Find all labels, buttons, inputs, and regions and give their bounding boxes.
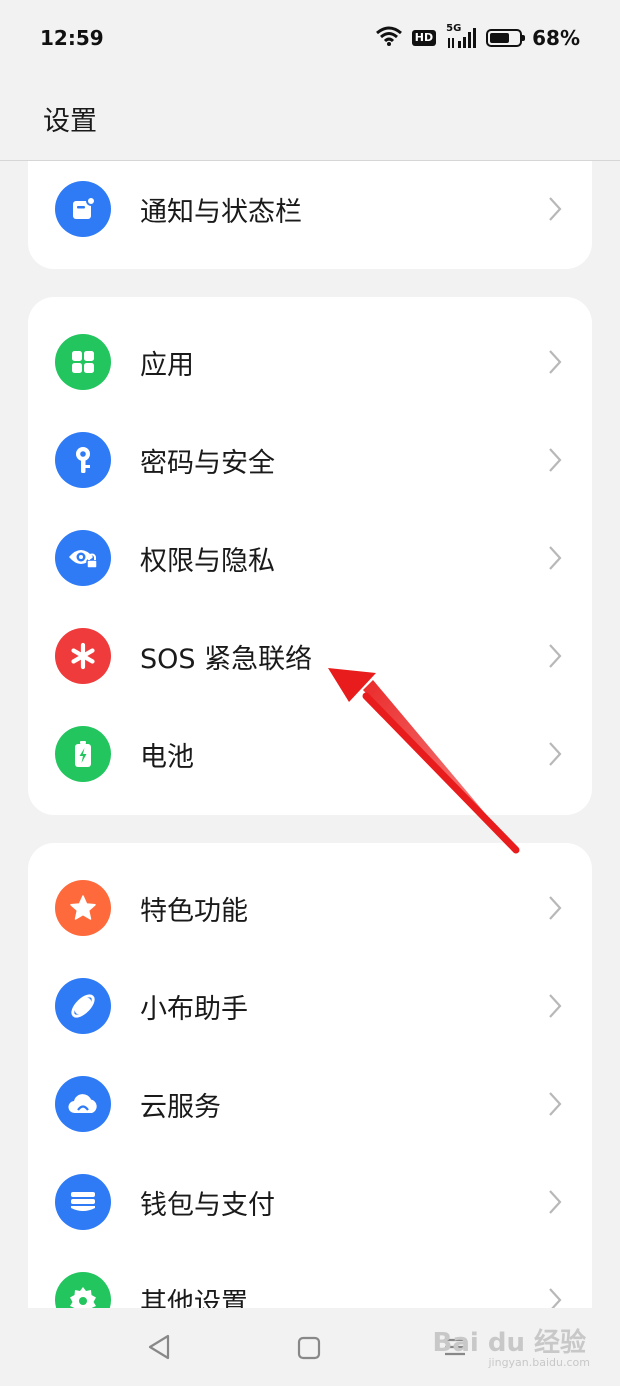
signal-icon: 5G bbox=[446, 23, 477, 49]
settings-list[interactable]: 通知与状态栏 应用 密码与安全 权限与隐私 SOS 紧急联络 电池 特色功能 小… bbox=[0, 161, 620, 1308]
settings-item-wallet[interactable]: 钱包与支付 bbox=[28, 1153, 592, 1251]
page-title-text: 设置 bbox=[43, 105, 97, 137]
settings-item-label: 特色功能 bbox=[140, 895, 248, 927]
settings-group-services: 特色功能 小布助手 云服务 钱包与支付 其他设置 bbox=[28, 843, 592, 1308]
settings-item-label: 小布助手 bbox=[140, 993, 248, 1025]
chevron-right-icon bbox=[544, 348, 566, 376]
key-icon bbox=[55, 432, 111, 488]
page-title: 设置 bbox=[0, 76, 620, 160]
privacy-eye-icon bbox=[55, 530, 111, 586]
settings-item-label: 通知与状态栏 bbox=[140, 196, 302, 228]
settings-group-notifications: 通知与状态栏 bbox=[28, 161, 592, 269]
settings-item-features[interactable]: 特色功能 bbox=[28, 859, 592, 957]
watermark-logo: Bai du 经验 bbox=[432, 1328, 587, 1358]
settings-item-password-security[interactable]: 密码与安全 bbox=[28, 411, 592, 509]
settings-item-sos[interactable]: SOS 紧急联络 bbox=[28, 607, 592, 705]
gear-icon bbox=[55, 1272, 111, 1308]
cloud-icon bbox=[55, 1076, 111, 1132]
hd-badge: HD bbox=[411, 30, 437, 46]
chevron-right-icon bbox=[544, 195, 566, 223]
settings-item-label: 权限与隐私 bbox=[140, 545, 275, 577]
settings-item-apps[interactable]: 应用 bbox=[28, 313, 592, 411]
sos-asterisk-icon bbox=[55, 628, 111, 684]
battery-icon bbox=[55, 726, 111, 782]
settings-item-label: 电池 bbox=[140, 741, 194, 773]
settings-item-label: 云服务 bbox=[140, 1091, 221, 1123]
star-icon bbox=[55, 880, 111, 936]
settings-item-assistant[interactable]: 小布助手 bbox=[28, 957, 592, 1055]
wallet-icon bbox=[55, 1174, 111, 1230]
settings-item-battery[interactable]: 电池 bbox=[28, 705, 592, 803]
settings-group-system: 应用 密码与安全 权限与隐私 SOS 紧急联络 电池 bbox=[28, 297, 592, 815]
battery-level bbox=[490, 33, 510, 43]
settings-item-label: 应用 bbox=[140, 349, 194, 381]
settings-item-label: 密码与安全 bbox=[140, 447, 275, 479]
home-icon[interactable] bbox=[296, 1332, 326, 1362]
chevron-right-icon bbox=[544, 1286, 566, 1308]
assistant-orbit-icon bbox=[55, 978, 111, 1034]
chevron-right-icon bbox=[544, 544, 566, 572]
watermark-url: jingyan.baidu.com bbox=[488, 1356, 590, 1369]
settings-item-label: 其他设置 bbox=[140, 1287, 248, 1309]
settings-item-privacy[interactable]: 权限与隐私 bbox=[28, 509, 592, 607]
chevron-right-icon bbox=[544, 446, 566, 474]
chevron-right-icon bbox=[544, 992, 566, 1020]
settings-item-label: SOS 紧急联络 bbox=[140, 643, 313, 675]
settings-item-cloud[interactable]: 云服务 bbox=[28, 1055, 592, 1153]
chevron-right-icon bbox=[544, 642, 566, 670]
settings-item-label: 钱包与支付 bbox=[140, 1189, 275, 1221]
status-bar: 12:59 HD 5G 68% bbox=[0, 0, 620, 76]
chevron-right-icon bbox=[544, 740, 566, 768]
settings-item-other[interactable]: 其他设置 bbox=[28, 1251, 592, 1308]
notification-icon bbox=[55, 181, 111, 237]
chevron-right-icon bbox=[544, 1188, 566, 1216]
battery-percent: 68% bbox=[532, 26, 580, 50]
battery-icon bbox=[486, 29, 526, 47]
back-icon[interactable] bbox=[146, 1332, 176, 1362]
wifi-icon bbox=[375, 26, 402, 51]
apps-grid-icon bbox=[55, 334, 111, 390]
chevron-right-icon bbox=[544, 1090, 566, 1118]
status-time: 12:59 bbox=[40, 26, 104, 50]
status-icons: HD 5G 68% bbox=[375, 23, 580, 51]
settings-item-notifications[interactable]: 通知与状态栏 bbox=[28, 161, 592, 258]
chevron-right-icon bbox=[544, 894, 566, 922]
